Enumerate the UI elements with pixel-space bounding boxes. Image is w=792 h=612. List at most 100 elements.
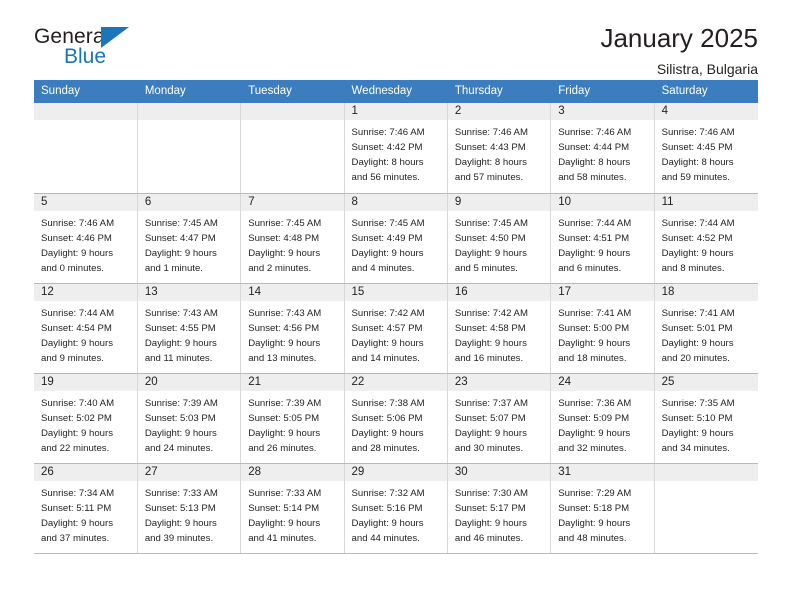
sunrise-text: Sunrise: 7:36 AM: [558, 397, 632, 409]
day-cell[interactable]: 9 Sunrise: 7:45 AM Sunset: 4:50 PM Dayli…: [447, 193, 552, 284]
day-cell[interactable]: 27 Sunrise: 7:33 AM Sunset: 5:13 PM Dayl…: [137, 463, 242, 554]
daylight-text-line1: Daylight: 8 hours: [351, 157, 424, 169]
day-cell[interactable]: 22 Sunrise: 7:38 AM Sunset: 5:06 PM Dayl…: [344, 373, 448, 464]
day-cell[interactable]: 30 Sunrise: 7:30 AM Sunset: 5:17 PM Dayl…: [447, 463, 552, 554]
daylight-text-line2: and 2 minutes.: [248, 262, 312, 274]
sunrise-text: Sunrise: 7:41 AM: [558, 307, 632, 319]
day-details: Sunrise: 7:44 AM Sunset: 4:51 PM Dayligh…: [551, 212, 653, 277]
sunset-text: Sunset: 5:01 PM: [661, 322, 733, 334]
weekday-header-monday: Monday: [137, 80, 242, 103]
day-number: 20: [137, 373, 241, 392]
sunrise-text: Sunrise: 7:46 AM: [661, 127, 735, 138]
day-number: 12: [34, 283, 137, 302]
sunset-text: Sunset: 4:56 PM: [248, 322, 320, 334]
day-details: Sunrise: 7:39 AM Sunset: 5:03 PM Dayligh…: [138, 392, 240, 457]
daylight-text-line1: Daylight: 9 hours: [248, 247, 321, 259]
daylight-text-line2: and 57 minutes.: [454, 172, 524, 184]
day-cell[interactable]: 17 Sunrise: 7:41 AM Sunset: 5:00 PM Dayl…: [550, 283, 655, 374]
day-number: 16: [447, 283, 551, 302]
sunset-text: Sunset: 5:03 PM: [144, 412, 216, 424]
day-cell[interactable]: 5 Sunrise: 7:46 AM Sunset: 4:46 PM Dayli…: [34, 193, 138, 284]
daylight-text-line1: Daylight: 9 hours: [41, 427, 113, 439]
sunrise-text: Sunrise: 7:39 AM: [144, 397, 218, 409]
day-cell[interactable]: 28 Sunrise: 7:33 AM Sunset: 5:14 PM Dayl…: [240, 463, 345, 554]
day-cell[interactable]: 7 Sunrise: 7:45 AM Sunset: 4:48 PM Dayli…: [240, 193, 345, 284]
day-cell[interactable]: 26 Sunrise: 7:34 AM Sunset: 5:11 PM Dayl…: [34, 463, 138, 554]
day-cell[interactable]: 25 Sunrise: 7:35 AM Sunset: 5:10 PM Dayl…: [654, 373, 758, 464]
sunrise-text: Sunrise: 7:43 AM: [248, 307, 322, 319]
day-number: 22: [344, 373, 447, 392]
calendar-header-row: Sunday Monday Tuesday Wednesday Thursday…: [34, 80, 759, 103]
day-cell[interactable]: 4 Sunrise: 7:46 AM Sunset: 4:45 PM Dayli…: [654, 103, 758, 194]
day-details: Sunrise: 7:29 AM Sunset: 5:18 PM Dayligh…: [551, 482, 653, 547]
day-cell[interactable]: 29 Sunrise: 7:32 AM Sunset: 5:16 PM Dayl…: [344, 463, 448, 554]
daylight-text-line1: Daylight: 9 hours: [558, 337, 631, 349]
day-details: Sunrise: 7:41 AM Sunset: 5:01 PM Dayligh…: [655, 302, 758, 367]
day-number: 28: [241, 463, 344, 482]
day-cell[interactable]: 10 Sunrise: 7:44 AM Sunset: 4:51 PM Dayl…: [550, 193, 655, 284]
calendar-week-row: 12 Sunrise: 7:44 AM Sunset: 4:54 PM Dayl…: [34, 283, 758, 374]
day-cell[interactable]: 23 Sunrise: 7:37 AM Sunset: 5:07 PM Dayl…: [447, 373, 552, 464]
day-details: Sunrise: 7:46 AM Sunset: 4:42 PM Dayligh…: [345, 121, 447, 186]
day-number: 4: [654, 103, 758, 121]
day-cell[interactable]: 13 Sunrise: 7:43 AM Sunset: 4:55 PM Dayl…: [137, 283, 242, 374]
daylight-text-line1: Daylight: 9 hours: [248, 427, 321, 439]
daylight-text-line2: and 26 minutes.: [248, 442, 317, 454]
calendar-week-row: 1 Sunrise: 7:46 AM Sunset: 4:42 PM Dayli…: [34, 103, 758, 194]
day-number: 24: [551, 373, 654, 392]
day-cell[interactable]: 20 Sunrise: 7:39 AM Sunset: 5:03 PM Dayl…: [137, 373, 242, 464]
daylight-text-line2: and 11 minutes.: [144, 352, 213, 364]
day-cell[interactable]: 31 Sunrise: 7:29 AM Sunset: 5:18 PM Dayl…: [550, 463, 655, 554]
day-details: Sunrise: 7:30 AM Sunset: 5:17 PM Dayligh…: [448, 482, 550, 547]
daylight-text-line1: Daylight: 8 hours: [454, 157, 527, 169]
day-number: 19: [34, 373, 137, 392]
daylight-text-line1: Daylight: 9 hours: [248, 517, 321, 529]
sunrise-text: Sunrise: 7:35 AM: [661, 397, 735, 409]
sunset-text: Sunset: 5:06 PM: [351, 412, 423, 424]
day-details: Sunrise: 7:34 AM Sunset: 5:11 PM Dayligh…: [34, 482, 137, 547]
daylight-text-line2: and 0 minutes.: [41, 262, 104, 274]
sunrise-text: Sunrise: 7:41 AM: [661, 307, 735, 319]
day-details: Sunrise: 7:44 AM Sunset: 4:54 PM Dayligh…: [34, 302, 137, 367]
daylight-text-line2: and 30 minutes.: [454, 442, 524, 454]
daylight-text-line1: Daylight: 9 hours: [144, 427, 217, 439]
daylight-text-line2: and 14 minutes.: [351, 352, 420, 364]
sunset-text: Sunset: 4:58 PM: [454, 322, 526, 334]
brand-name-general: General: [34, 25, 110, 48]
sunset-text: Sunset: 4:48 PM: [248, 232, 320, 244]
day-cell[interactable]: 11 Sunrise: 7:44 AM Sunset: 4:52 PM Dayl…: [654, 193, 758, 284]
day-cell[interactable]: 12 Sunrise: 7:44 AM Sunset: 4:54 PM Dayl…: [34, 283, 138, 374]
day-cell[interactable]: 18 Sunrise: 7:41 AM Sunset: 5:01 PM Dayl…: [654, 283, 758, 374]
day-cell[interactable]: 14 Sunrise: 7:43 AM Sunset: 4:56 PM Dayl…: [240, 283, 345, 374]
day-number: 5: [34, 193, 137, 212]
day-cell[interactable]: 21 Sunrise: 7:39 AM Sunset: 5:05 PM Dayl…: [240, 373, 345, 464]
day-cell[interactable]: 1 Sunrise: 7:46 AM Sunset: 4:42 PM Dayli…: [344, 103, 448, 194]
calendar-body: 1 Sunrise: 7:46 AM Sunset: 4:42 PM Dayli…: [34, 103, 758, 554]
sunrise-text: Sunrise: 7:33 AM: [248, 487, 322, 499]
daylight-text-line1: Daylight: 9 hours: [351, 337, 424, 349]
day-details: Sunrise: 7:45 AM Sunset: 4:47 PM Dayligh…: [138, 212, 240, 277]
day-cell[interactable]: 3 Sunrise: 7:46 AM Sunset: 4:44 PM Dayli…: [550, 103, 655, 194]
day-details: Sunrise: 7:33 AM Sunset: 5:14 PM Dayligh…: [241, 482, 343, 547]
day-details: Sunrise: 7:45 AM Sunset: 4:48 PM Dayligh…: [241, 212, 343, 277]
day-cell[interactable]: 8 Sunrise: 7:45 AM Sunset: 4:49 PM Dayli…: [344, 193, 448, 284]
day-number: [241, 103, 344, 121]
day-cell[interactable]: 16 Sunrise: 7:42 AM Sunset: 4:58 PM Dayl…: [447, 283, 552, 374]
daylight-text-line2: and 6 minutes.: [558, 262, 622, 274]
day-cell[interactable]: 19 Sunrise: 7:40 AM Sunset: 5:02 PM Dayl…: [34, 373, 138, 464]
daylight-text-line1: Daylight: 9 hours: [351, 517, 424, 529]
day-cell[interactable]: 6 Sunrise: 7:45 AM Sunset: 4:47 PM Dayli…: [137, 193, 242, 284]
brand-logo[interactable]: General Blue: [34, 24, 146, 70]
daylight-text-line1: Daylight: 9 hours: [454, 427, 527, 439]
day-cell[interactable]: 2 Sunrise: 7:46 AM Sunset: 4:43 PM Dayli…: [447, 103, 552, 194]
daylight-text-line1: Daylight: 9 hours: [661, 337, 734, 349]
day-cell-empty: [654, 463, 758, 554]
day-details: Sunrise: 7:46 AM Sunset: 4:44 PM Dayligh…: [551, 121, 653, 186]
day-details: Sunrise: 7:38 AM Sunset: 5:06 PM Dayligh…: [345, 392, 447, 457]
daylight-text-line1: Daylight: 9 hours: [558, 247, 631, 259]
day-details: Sunrise: 7:42 AM Sunset: 4:57 PM Dayligh…: [345, 302, 447, 367]
daylight-text-line1: Daylight: 9 hours: [661, 427, 734, 439]
daylight-text-line2: and 13 minutes.: [248, 352, 317, 364]
day-cell[interactable]: 24 Sunrise: 7:36 AM Sunset: 5:09 PM Dayl…: [550, 373, 655, 464]
day-cell[interactable]: 15 Sunrise: 7:42 AM Sunset: 4:57 PM Dayl…: [344, 283, 448, 374]
